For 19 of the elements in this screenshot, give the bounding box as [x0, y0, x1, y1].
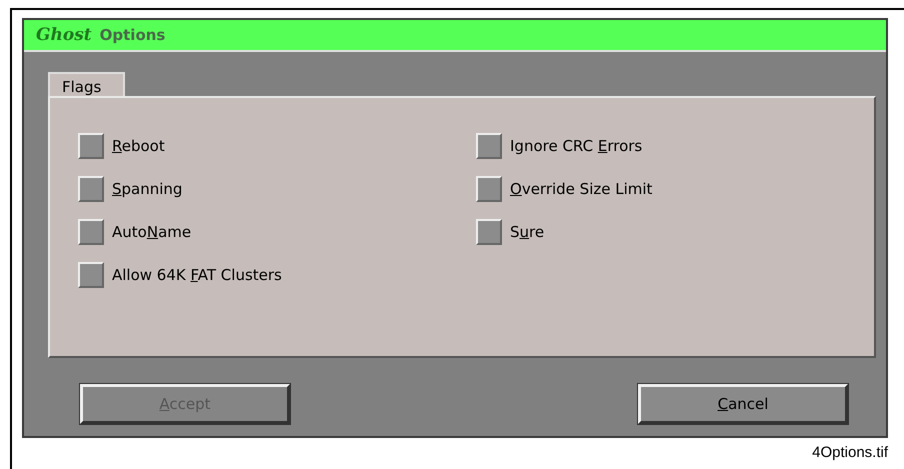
checkbox-label: Reboot — [112, 137, 165, 155]
checkbox[interactable] — [476, 133, 502, 159]
checkbox-label: Allow 64K FAT Clusters — [112, 266, 282, 284]
checkbox-label: Override Size Limit — [510, 180, 652, 198]
checkbox[interactable] — [78, 176, 104, 202]
checkbox[interactable] — [78, 133, 104, 159]
checkbox-label: Ignore CRC Errors — [510, 137, 642, 155]
checkbox[interactable] — [476, 219, 502, 245]
file-caption: 4Options.tif — [812, 444, 888, 461]
checkbox[interactable] — [78, 262, 104, 288]
checkbox-label: Spanning — [112, 180, 182, 198]
tab[interactable]: Flags — [48, 72, 126, 96]
app-logo: Ghost — [36, 25, 92, 45]
cancel-button[interactable]: Cancel — [638, 384, 848, 424]
checkbox[interactable] — [476, 176, 502, 202]
checkbox-label: AutoName — [112, 223, 192, 241]
checkbox-label: Sure — [510, 223, 544, 241]
window-title: Options — [100, 26, 166, 44]
checkbox[interactable] — [78, 219, 104, 245]
